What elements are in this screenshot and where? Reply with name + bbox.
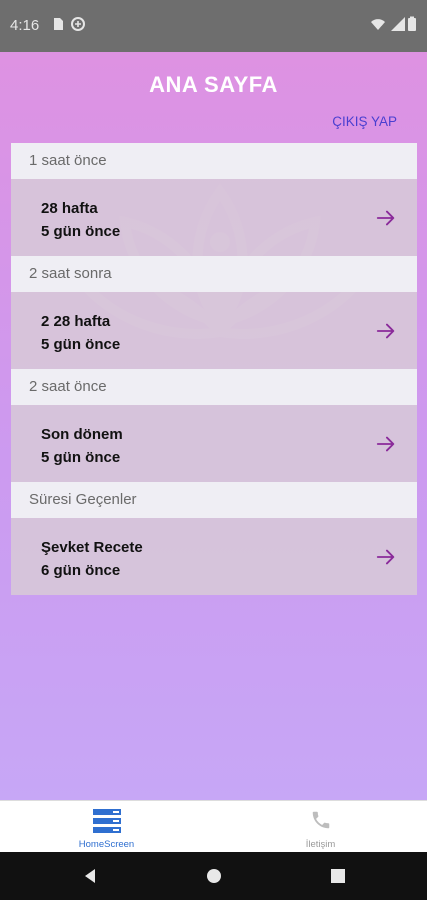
sim-card-icon — [54, 18, 63, 30]
item-subtitle: 5 gün önce — [41, 336, 121, 353]
list-item[interactable]: 28 hafta 5 gün önce — [11, 179, 417, 256]
page-title: ANA SAYFA — [149, 72, 278, 97]
section-header: Süresi Geçenler — [11, 482, 417, 518]
section-header: 2 saat sonra — [11, 256, 417, 292]
list-item[interactable]: Son dönem 5 gün önce — [11, 405, 417, 482]
appointment-list: 1 saat önce 28 hafta 5 gün önce 2 saat s… — [11, 143, 417, 595]
signal-icon — [391, 17, 405, 31]
item-title: 2 28 hafta — [41, 313, 111, 330]
system-navigation-bar — [0, 852, 427, 900]
list-item[interactable]: 2 28 hafta 5 gün önce — [11, 292, 417, 369]
item-title: Son dönem — [41, 426, 123, 443]
tab-iletisim[interactable]: İletişim — [214, 801, 427, 853]
tab-bar: HomeScreen İletişim — [0, 800, 427, 852]
recents-icon[interactable] — [330, 868, 346, 884]
arrow-right-icon — [376, 436, 395, 452]
arrow-right-icon — [376, 323, 395, 339]
item-subtitle: 5 gün önce — [41, 449, 121, 466]
home-screen: ANA SAYFA ÇIKIŞ YAP 1 saat önce 28 hafta… — [0, 52, 427, 800]
tab-label: İletişim — [305, 839, 336, 850]
battery-icon — [408, 16, 416, 31]
status-bar: 4:16 — [0, 0, 427, 52]
data-saver-icon — [71, 17, 85, 31]
home-icon[interactable] — [206, 868, 222, 884]
tab-homescreen[interactable]: HomeScreen — [0, 801, 213, 853]
item-title: 28 hafta — [41, 200, 98, 217]
item-subtitle: 6 gün önce — [41, 562, 121, 579]
section-header: 2 saat önce — [11, 369, 417, 405]
item-subtitle: 5 gün önce — [41, 223, 121, 240]
arrow-right-icon — [376, 549, 395, 565]
item-title: Şevket Recete — [41, 539, 143, 556]
wifi-icon — [371, 19, 385, 30]
status-time: 4:16 — [10, 17, 40, 34]
tab-label: HomeScreen — [78, 839, 135, 850]
phone-icon — [312, 811, 329, 829]
list-item[interactable]: Şevket Recete 6 gün önce — [11, 518, 417, 595]
logout-button[interactable]: ÇIKIŞ YAP — [332, 114, 397, 129]
back-icon[interactable] — [82, 868, 98, 884]
arrow-right-icon — [376, 210, 395, 226]
list-icon — [92, 809, 121, 833]
section-header: 1 saat önce — [11, 143, 417, 179]
